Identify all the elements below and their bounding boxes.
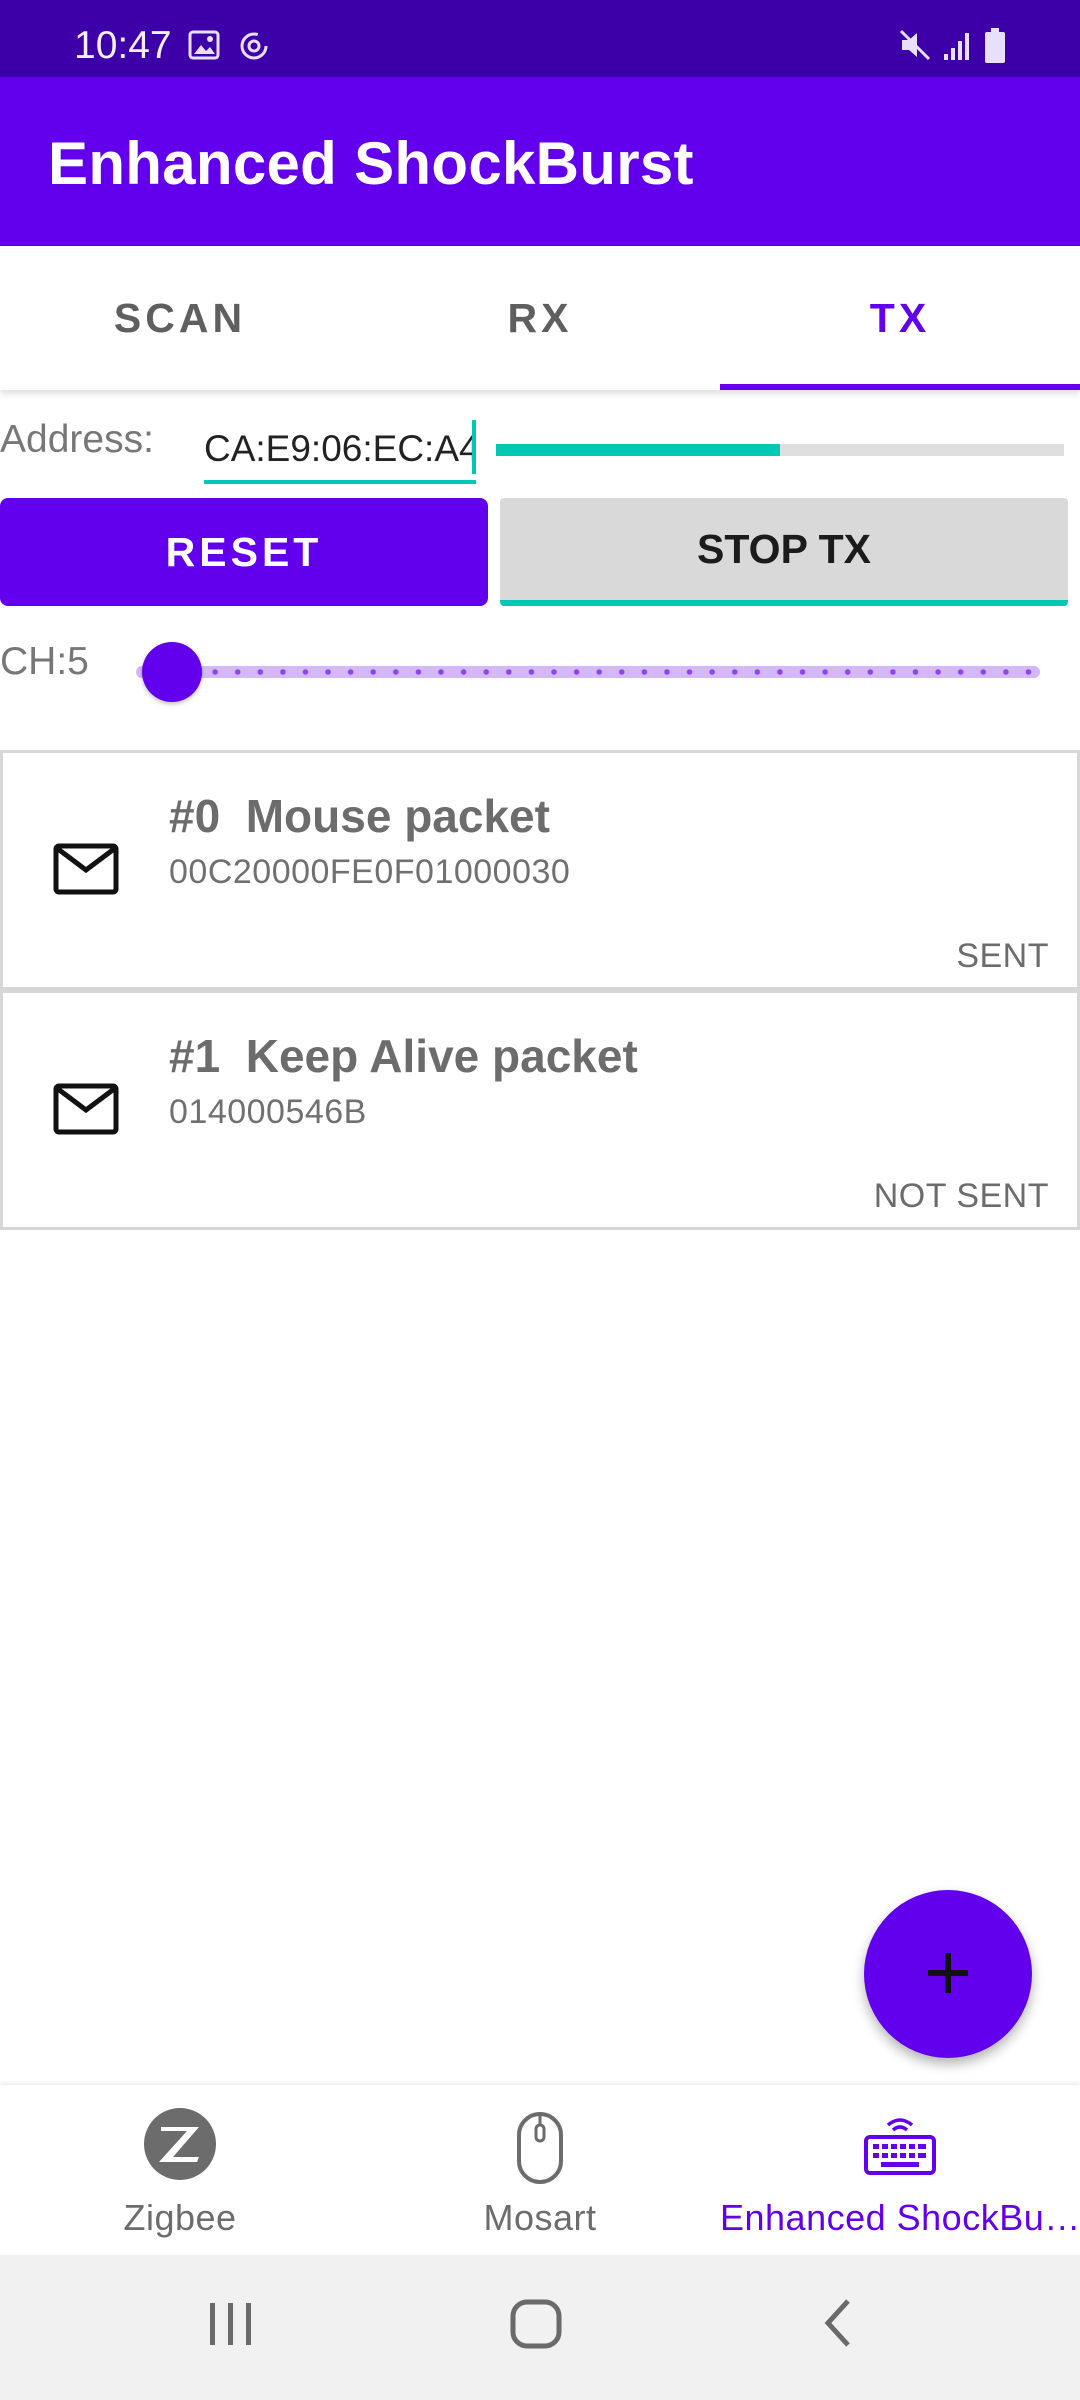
nav-label-mosart: Mosart <box>483 2197 597 2238</box>
stop-tx-button[interactable]: STOP TX <box>500 498 1068 606</box>
address-input[interactable] <box>204 418 476 484</box>
packet-title: #0 Mouse packet <box>169 790 550 842</box>
packet-data: 00C20000FE0F01000030 <box>169 853 571 891</box>
back-icon[interactable] <box>818 2295 858 2356</box>
address-progress-bar <box>496 444 1064 456</box>
nav-item-mosart[interactable]: Mosart <box>360 2085 720 2255</box>
home-icon[interactable] <box>508 2295 564 2356</box>
app-title: Enhanced ShockBurst <box>48 130 694 197</box>
add-packet-button[interactable] <box>864 1890 1032 2058</box>
mute-icon <box>898 28 932 67</box>
tab-tx[interactable]: TX <box>720 246 1080 390</box>
packet-item[interactable]: #0 Mouse packet 00C20000FE0F01000030 SEN… <box>0 750 1080 990</box>
status-time: 10:47 <box>74 24 172 67</box>
app-bar: Enhanced ShockBurst <box>0 77 1080 246</box>
nav-label-enhanced-shockburst: Enhanced ShockBu… <box>720 2197 1080 2238</box>
image-icon <box>188 30 220 65</box>
status-bar: 10:47 <box>0 0 1080 77</box>
signal-icon <box>942 30 974 67</box>
channel-slider[interactable] <box>136 642 1040 702</box>
mail-icon <box>53 1083 119 1135</box>
packet-status: NOT SENT <box>873 1177 1049 1215</box>
battery-icon <box>984 28 1006 69</box>
text-cursor <box>472 420 476 474</box>
zigbee-icon <box>143 2107 217 2186</box>
reset-button[interactable]: RESET <box>0 498 488 606</box>
mouse-icon <box>516 2111 564 2190</box>
system-navigation-bar <box>0 2255 1080 2400</box>
packet-status: SENT <box>956 937 1049 975</box>
tab-scan[interactable]: SCAN <box>0 246 360 390</box>
recent-apps-icon[interactable] <box>206 2295 256 2356</box>
progress-fill <box>496 444 780 456</box>
tab-rx[interactable]: RX <box>360 246 720 390</box>
plus-icon <box>924 1949 972 2000</box>
keyboard-wireless-icon <box>863 2117 937 2180</box>
slider-thumb[interactable] <box>142 642 203 702</box>
packet-title: #1 Keep Alive packet <box>169 1030 638 1082</box>
nav-item-zigbee[interactable]: Zigbee <box>0 2085 360 2255</box>
channel-label: CH:5 <box>0 640 89 683</box>
address-label: Address: <box>0 418 154 461</box>
tab-bar: SCAN RX TX <box>0 246 1080 390</box>
slider-tick-marks <box>136 669 1040 675</box>
mail-icon <box>53 843 119 895</box>
sync-icon <box>238 30 270 67</box>
nav-label-zigbee: Zigbee <box>123 2197 237 2238</box>
packet-item[interactable]: #1 Keep Alive packet 014000546B NOT SENT <box>0 990 1080 1230</box>
bottom-navigation: Zigbee Mosart Enhanced ShockBu… <box>0 2085 1080 2255</box>
packet-data: 014000546B <box>169 1093 367 1131</box>
nav-item-enhanced-shockburst[interactable]: Enhanced ShockBu… <box>720 2085 1080 2255</box>
tab-indicator <box>720 384 1080 390</box>
